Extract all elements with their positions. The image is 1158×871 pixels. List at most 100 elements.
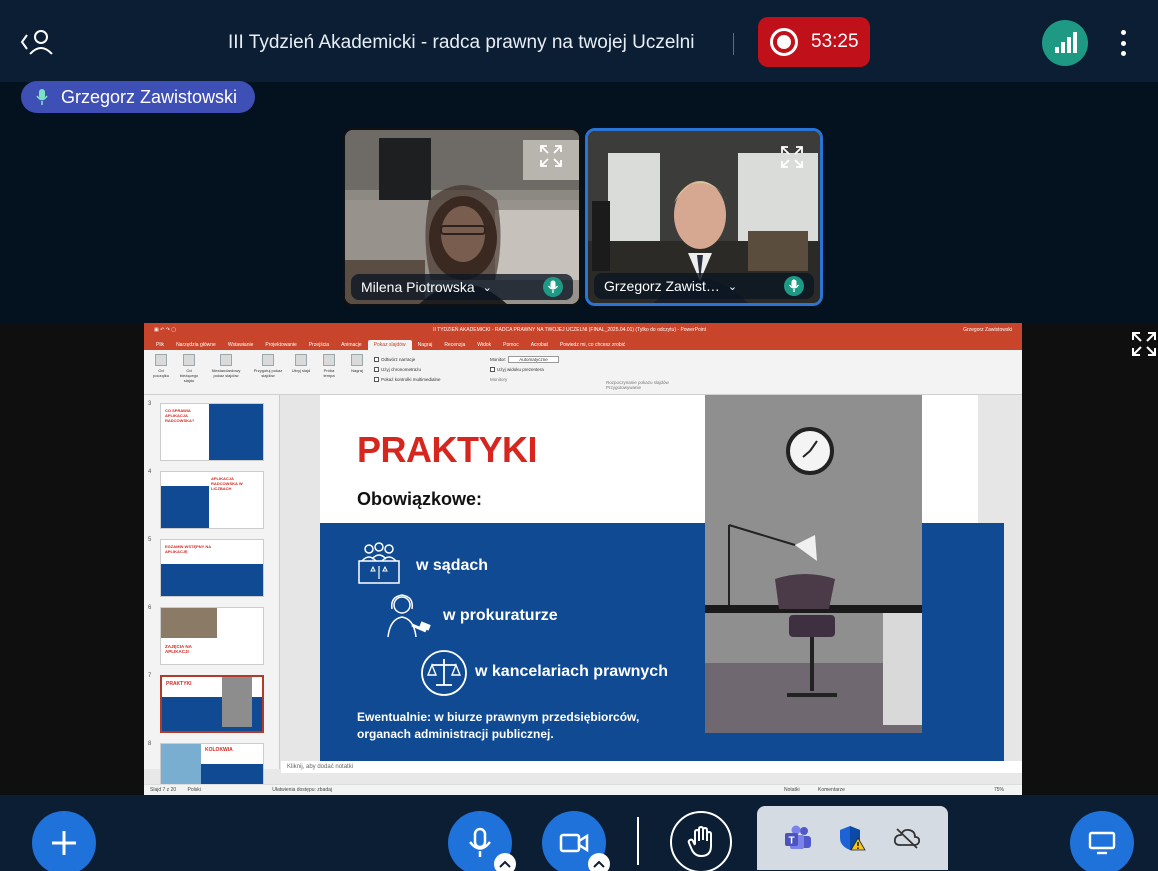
video-options-button[interactable] [588, 853, 610, 871]
slide-thumbnail: ZAJĘCIA NA APLIKACJI [160, 607, 264, 665]
recording-button[interactable]: 53:25 [758, 17, 870, 67]
notes-button: Notatki [784, 787, 800, 793]
ppt-tab: Widok [477, 342, 492, 348]
screenshare-content: ▣ ↶ ↷ ▢ II TYDZIEŃ AKADEMICKI - RADCA PR… [144, 323, 1022, 795]
microphone-icon [469, 827, 491, 857]
raise-hand-icon [687, 826, 712, 857]
ppt-tab: Recenzja [444, 342, 466, 348]
chevron-down-icon: ⌄ [482, 281, 492, 294]
cloud-off-icon [893, 828, 920, 849]
toggle-user-list-button[interactable] [18, 26, 58, 60]
powerpoint-status-bar: Slajd 7 z 20 Polski Ułatwienia dostępu: … [144, 784, 1022, 795]
ppt-tab: Pomoc [503, 342, 519, 348]
teams-icon: T [785, 825, 812, 849]
thumb-number: 3 [148, 401, 152, 407]
thumb-number: 4 [148, 469, 152, 475]
video-name-label[interactable]: Milena Piotrowska ⌄ [351, 274, 573, 300]
ppt-tab: Powiedz mi, co chcesz zrobić [559, 342, 626, 348]
fullscreen-icon[interactable] [539, 144, 563, 168]
video-tile-grzegorz[interactable]: Grzegorz Zawist… ⌄ [585, 128, 823, 306]
cloud-sync-button[interactable] [892, 823, 922, 853]
record-icon [770, 28, 798, 56]
plugins-tray: T [757, 806, 948, 870]
title-divider [733, 33, 734, 55]
meeting-title: III Tydzień Akademicki - radca prawny na… [228, 32, 695, 53]
raise-hand-button[interactable] [670, 811, 732, 871]
screenshare-area: ▣ ↶ ↷ ▢ II TYDZIEŃ AKADEMICKI - RADCA PR… [0, 323, 1158, 795]
ppt-tab: Plik [156, 342, 165, 348]
fullscreen-icon[interactable] [780, 145, 804, 169]
ppt-tab: Acrobat [530, 342, 548, 348]
talking-indicator[interactable]: Grzegorz Zawistowski [21, 81, 256, 113]
fullscreen-presentation-icon[interactable] [1130, 330, 1158, 358]
slide-item-law-firms: w kancelariach prawnych [475, 663, 668, 680]
security-app-button[interactable] [837, 823, 867, 853]
chevron-up-icon [593, 860, 605, 868]
powerpoint-ribbon: Od początku Od bieżącego slajdu Niestand… [144, 350, 1022, 395]
ppt-tab: Narzędzia główne [176, 342, 216, 348]
svg-text:T: T [789, 836, 795, 847]
ppt-tab: Wstawianie [227, 342, 254, 348]
camera-icon [559, 833, 589, 853]
slide-item-courts: w sądach [416, 557, 489, 574]
slide-heading: PRAKTYKI [357, 429, 538, 470]
court-icon [358, 542, 400, 584]
powerpoint-title-bar: ▣ ↶ ↷ ▢ II TYDZIEŃ AKADEMICKI - RADCA PR… [144, 323, 1022, 337]
zoom-level: 75% [994, 787, 1005, 793]
accessibility-status: Ułatwienia dostępu: zbadaj [272, 787, 333, 793]
more-dot-icon [1120, 30, 1126, 35]
ppt-ribbon-button: Niestandardowy pokaz slajdów [206, 354, 246, 384]
chevron-down-icon: ⌄ [727, 280, 738, 293]
thumb-number: 8 [148, 741, 152, 747]
slide-counter: Slajd 7 z 20 [150, 787, 177, 793]
ppt-ribbon-checks: Odtwórz narracje Użyj chronometrażu Poka… [374, 354, 484, 390]
thumb-number: 5 [148, 537, 152, 543]
slide-thumbnail: EGZAMIN WSTĘPNY NA APLIKACJĘ [160, 539, 264, 597]
actions-plus-button[interactable] [32, 811, 96, 871]
bottom-action-bar: T [0, 795, 1158, 871]
participant-name: Milena Piotrowska [361, 279, 475, 295]
microphone-icon [36, 89, 48, 105]
ppt-ribbon-button: Ukryj slajd [290, 354, 312, 384]
options-menu-button[interactable] [1108, 28, 1138, 58]
ppt-tab: Projektowanie [265, 342, 297, 348]
slide-subheading: Obowiązkowe: [357, 489, 483, 509]
scales-icon [421, 650, 467, 696]
shield-warning-icon [840, 826, 867, 851]
top-bar: III Tydzień Akademicki - radca prawny na… [0, 0, 1158, 82]
more-dot-icon [1120, 40, 1126, 46]
language-status: Polski [187, 787, 201, 793]
slide-item-prosecution: w prokuraturze [443, 607, 558, 624]
share-screen-button[interactable] [1070, 811, 1134, 871]
ppt-ribbon-button: Próba tempa [318, 354, 340, 384]
ppt-tab: Animacje [341, 342, 362, 348]
office-chair-photo [705, 395, 922, 733]
ppt-ribbon-button: Od początku [150, 354, 172, 384]
ppt-tab-active: Pokaz slajdów [367, 340, 412, 350]
teams-app-button[interactable]: T [783, 823, 813, 853]
slide-thumbnail-active: PRAKTYKI [160, 675, 264, 733]
notes-placeholder: Kliknij, aby dodać notatki [281, 761, 1022, 773]
powerpoint-ribbon-tabs: Plik Narzędzia główne Wstawianie Projekt… [144, 337, 1022, 350]
window-controls-icon: ▣ ↶ ↷ ▢ [154, 327, 176, 333]
ppt-ribbon-monitors: Monitor: Automatyczne Użyj widoku prezent… [490, 354, 600, 390]
ppt-tab: Przejścia [308, 342, 330, 348]
monitor-icon [1088, 831, 1116, 855]
comments-button: Komentarze [818, 787, 845, 793]
audio-options-button[interactable] [494, 853, 516, 871]
slide-thumbnail: CO SPRAWIA APLIKACJA RADCOWSKA? [160, 403, 264, 461]
user-list-icon [20, 30, 53, 55]
ppt-ribbon-button: Nagraj [346, 354, 368, 384]
microphone-icon [784, 276, 804, 296]
video-tile-milena[interactable]: Milena Piotrowska ⌄ [343, 128, 581, 306]
thumb-number: 6 [148, 605, 152, 611]
slide-thumbnails-pane: 3 CO SPRAWIA APLIKACJA RADCOWSKA? 4 APLI… [144, 395, 280, 795]
microphone-icon [543, 277, 563, 297]
chevron-up-icon [499, 860, 511, 868]
video-name-label[interactable]: Grzegorz Zawist… ⌄ [594, 273, 814, 299]
talker-name: Grzegorz Zawistowski [61, 86, 238, 107]
connection-status-button[interactable] [1042, 20, 1088, 66]
slide-thumbnail: APLIKACJA RADCOWSKA W LICZBACH [160, 471, 264, 529]
ppt-tab: Nagraj [417, 342, 433, 348]
more-dot-icon [1120, 51, 1126, 56]
